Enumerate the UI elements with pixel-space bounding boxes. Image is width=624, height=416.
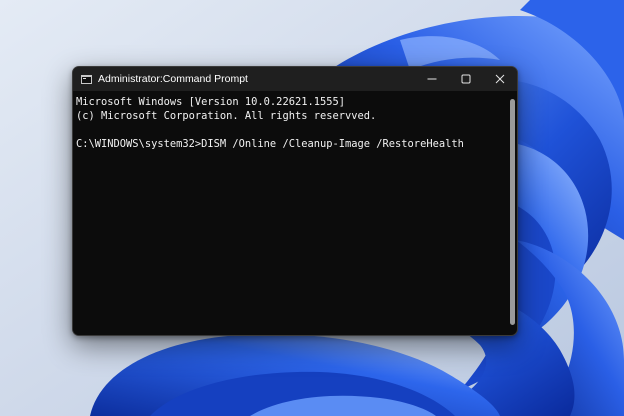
- command-prompt-icon: [81, 74, 92, 84]
- window-title: Administrator:Command Prompt: [98, 73, 248, 85]
- window-controls: [415, 67, 517, 91]
- minimize-icon: [427, 78, 437, 80]
- close-button[interactable]: [483, 67, 517, 91]
- minimize-button[interactable]: [415, 67, 449, 91]
- vertical-scrollbar[interactable]: [510, 99, 515, 325]
- command-prompt-window[interactable]: Administrator:Command Prompt Microsoft W…: [72, 66, 518, 336]
- scrollbar-thumb[interactable]: [510, 99, 515, 325]
- console-output[interactable]: Microsoft Windows [Version 10.0.22621.15…: [73, 91, 509, 335]
- maximize-button[interactable]: [449, 67, 483, 91]
- command-line[interactable]: C:\WINDOWS\system32>DISM /Online /Cleanu…: [76, 137, 509, 151]
- maximize-icon: [461, 74, 471, 84]
- console-line: Microsoft Windows [Version 10.0.22621.15…: [76, 96, 345, 108]
- console-line: (c) Microsoft Corporation. All rights re…: [76, 110, 377, 122]
- title-bar[interactable]: Administrator:Command Prompt: [73, 67, 517, 91]
- close-icon: [495, 74, 505, 84]
